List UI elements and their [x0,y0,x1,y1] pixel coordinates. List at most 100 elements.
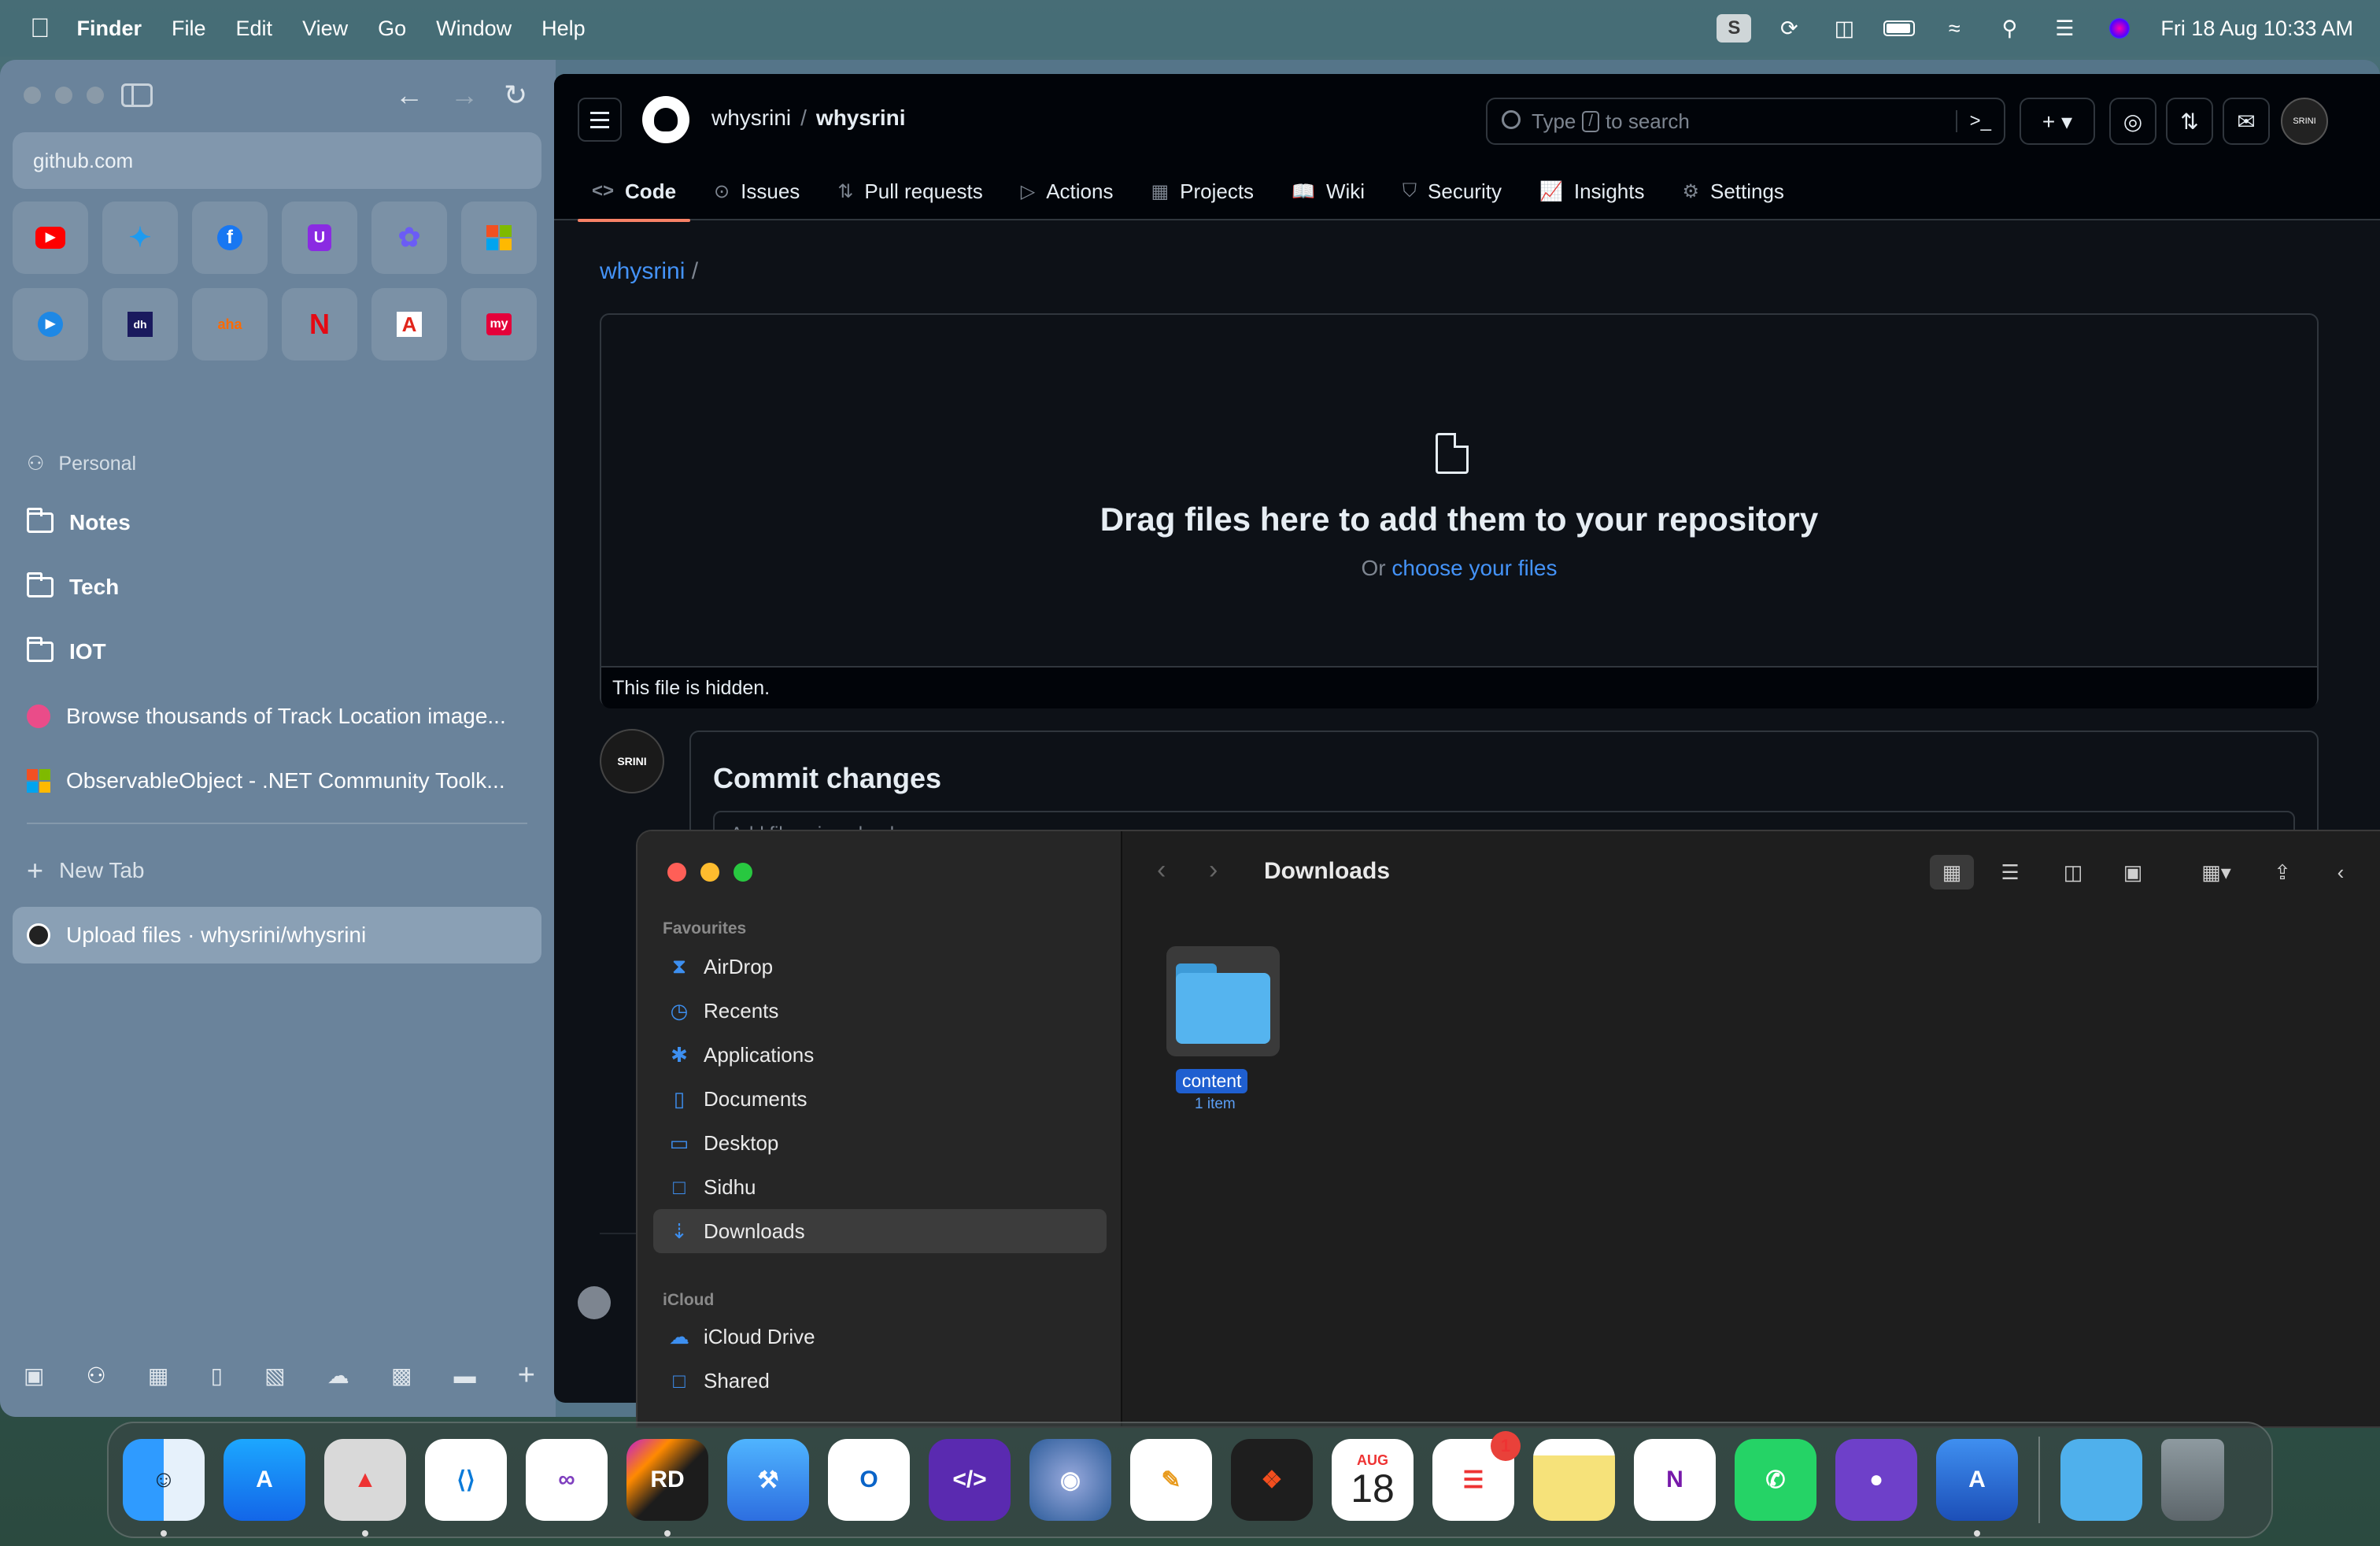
aha-icon[interactable]: aha [192,288,268,361]
calendar-dock-icon[interactable]: AUG 18 [1332,1439,1414,1521]
more-chevron-icon[interactable]: ‹ [2319,855,2363,890]
share-icon[interactable]: ⇪ [2260,855,2304,890]
window-controls[interactable] [24,87,104,104]
finder-item-icloud-drive[interactable]: ☁ iCloud Drive [653,1315,1107,1359]
finder-item-shared[interactable]: □ Shared [653,1359,1107,1403]
column-view-button[interactable]: ◫ [2051,855,2095,890]
ublock-icon[interactable]: U [282,202,357,274]
devtoys-dock-icon[interactable]: </> [929,1439,1011,1521]
xcode-dock-icon[interactable]: ⚒ [727,1439,809,1521]
spotlight-icon[interactable]: ⚲ [1992,15,2027,42]
space-personal-icon[interactable]: ⚇ [87,1363,106,1389]
netflix-icon[interactable]: N [282,288,357,361]
group-by-button[interactable]: ▦▾ [2185,855,2248,890]
github-logo-icon[interactable] [642,96,689,143]
github-footer-logo-icon[interactable] [578,1286,611,1319]
hamburger-menu-icon[interactable] [578,98,622,142]
finder-item-downloads[interactable]: ⇣ Downloads [653,1209,1107,1253]
menu-help[interactable]: Help [541,17,586,41]
back-arrow-icon[interactable]: ← [395,79,423,112]
icon-view-button[interactable]: ▦ [1930,855,1974,890]
figma-dock-icon[interactable]: ❖ [1231,1439,1313,1521]
file-dropzone[interactable]: Drag files here to add them to your repo… [600,313,2319,708]
tab-pull-requests[interactable]: ⇅ Pull requests [823,162,996,220]
search-input[interactable]: Type / to search >_ [1486,98,2005,145]
space-icon-4[interactable]: ▧ [264,1363,285,1389]
forward-arrow-icon[interactable]: → [450,79,479,112]
menu-view[interactable]: View [302,17,348,41]
finder-item-sidhu[interactable]: □ Sidhu [653,1165,1107,1209]
user-avatar[interactable]: SRINI [2281,98,2328,145]
tab-actions[interactable]: ▷ Actions [1007,162,1128,220]
sidebar-folder-notes[interactable]: Notes [13,494,541,551]
adobe-icon[interactable]: A [371,288,447,361]
rider-dock-icon[interactable]: RD [626,1439,708,1537]
add-space-icon[interactable]: + [518,1359,535,1393]
zoom-button[interactable] [734,863,752,882]
pages-dock-icon[interactable]: ✎ [1130,1439,1212,1521]
sidebar-folder-iot[interactable]: IOT [13,623,541,680]
affinity-dock-icon[interactable]: ▲ [324,1439,406,1537]
twitter-icon[interactable]: ✦ [102,202,178,274]
back-chevron-icon[interactable]: ‹ [1157,855,1166,886]
finder-item-applications[interactable]: ✱ Applications [653,1033,1107,1077]
tab-settings[interactable]: ⚙ Settings [1668,162,1798,220]
repo-owner-link[interactable]: whysrini [711,105,791,130]
sidebar-tab-active[interactable]: Upload files · whysrini/whysrini [13,907,541,963]
pull-requests-icon[interactable]: ⇅ [2166,98,2213,145]
list-view-button[interactable]: ☰ [1988,855,2032,890]
finder-item-recents[interactable]: ◷ Recents [653,989,1107,1033]
onenote-dock-icon[interactable]: N [1634,1439,1716,1521]
proxyman-dock-icon[interactable]: ◉ [1029,1439,1111,1521]
new-tab-button[interactable]: + New Tab [13,842,541,899]
sidebar-tab-observable[interactable]: ObservableObject - .NET Community Toolk.… [13,753,541,809]
reminders-dock-icon[interactable]: ☰ 1 [1432,1431,1521,1521]
issues-icon[interactable]: ◎ [2109,98,2156,145]
space-grid-icon[interactable]: ▦ [148,1363,168,1389]
simulator-dock-icon[interactable]: A [1936,1439,2018,1537]
youtube-icon[interactable]: ▶ [13,202,88,274]
facebook-icon[interactable]: f [192,202,268,274]
menu-clock[interactable]: Fri 18 Aug 10:33 AM [2160,17,2353,41]
trash-dock-icon[interactable] [2161,1439,2224,1521]
create-new-button[interactable]: + ▾ [2020,98,2095,145]
tab-projects[interactable]: ▦ Projects [1136,162,1268,220]
sidebar-toggle-icon[interactable] [121,83,153,107]
repo-name-link[interactable]: whysrini [816,105,906,130]
menu-app-name[interactable]: Finder [77,17,142,41]
siri-icon[interactable] [2102,15,2137,42]
tab-code[interactable]: <> Code [578,162,691,222]
display-icon[interactable]: ◫ [1827,15,1861,42]
space-cloud-icon[interactable]: ☁ [327,1363,349,1389]
apple-menu-icon[interactable]:  [30,13,50,44]
outlook-dock-icon[interactable]: O [828,1439,910,1521]
inbox-icon[interactable]: ✉ [2223,98,2270,145]
path-root-link[interactable]: whysrini [600,258,685,284]
menu-go[interactable]: Go [378,17,406,41]
space-icon-3[interactable]: ▯ [211,1363,223,1389]
copilot-icon[interactable]: ✿ [371,202,447,274]
choose-files-link[interactable]: choose your files [1391,556,1557,580]
wifi-icon[interactable]: ≈ [1937,15,1972,42]
tab-insights[interactable]: 📈 Insights [1525,162,1659,220]
my-icon[interactable]: my [461,288,537,361]
dh-icon[interactable]: dh [102,288,178,361]
reload-icon[interactable]: ↻ [504,79,527,112]
battery-icon[interactable] [1882,15,1916,42]
finder-item-documents[interactable]: ▯ Documents [653,1077,1107,1121]
finder-item-airdrop[interactable]: ⧗ AirDrop [653,945,1107,989]
vscode-dock-icon[interactable]: ⟨⟩ [425,1439,507,1521]
app-store-dock-icon[interactable]: A [224,1439,305,1521]
tab-wiki[interactable]: 📖 Wiki [1277,162,1379,220]
close-button[interactable] [667,863,686,882]
microsoft-icon[interactable] [461,202,537,274]
gallery-view-button[interactable]: ▣ [2111,855,2155,890]
menu-edit[interactable]: Edit [236,17,273,41]
finder-item-desktop[interactable]: ▭ Desktop [653,1121,1107,1165]
sidebar-tab-dribbble[interactable]: Browse thousands of Track Location image… [13,688,541,745]
command-palette-icon[interactable]: >_ [1955,110,1991,132]
menu-window[interactable]: Window [436,17,512,41]
tab-security[interactable]: ⛉ Security [1388,162,1516,220]
whatsapp-dock-icon[interactable]: ✆ [1735,1439,1816,1521]
personal-space-label[interactable]: ⚇ Personal [27,452,136,475]
